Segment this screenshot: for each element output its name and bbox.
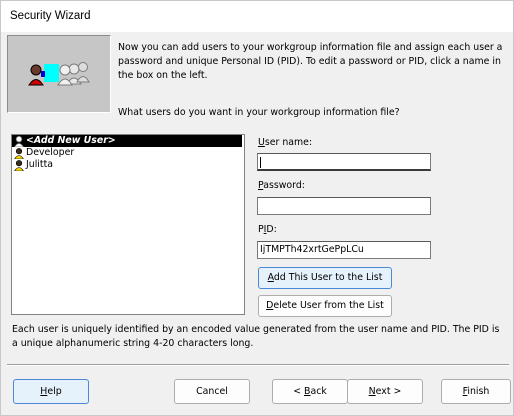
username-field[interactable] bbox=[257, 153, 431, 171]
finish-button[interactable]: Finish bbox=[441, 379, 511, 404]
username-label: User name: bbox=[258, 137, 313, 148]
pid-label: PID: bbox=[258, 224, 277, 235]
pid-field[interactable]: IjTMPTh42xrtGePpLCu bbox=[257, 241, 431, 259]
back-button[interactable]: < Back bbox=[272, 379, 348, 404]
user-icon bbox=[14, 148, 24, 159]
next-button[interactable]: Next > bbox=[347, 379, 423, 404]
users-listbox[interactable]: <Add New User> Developer Julitta bbox=[11, 134, 245, 315]
user-icon bbox=[14, 136, 24, 147]
window-title: Security Wizard bbox=[10, 10, 91, 22]
text-caret bbox=[260, 157, 261, 168]
password-label: Password: bbox=[258, 180, 305, 191]
list-item[interactable]: <Add New User> bbox=[12, 135, 242, 147]
users-group-icon bbox=[28, 62, 90, 86]
password-field[interactable] bbox=[257, 197, 431, 215]
add-user-button[interactable]: Add This User to the List bbox=[258, 267, 392, 289]
cancel-button[interactable]: Cancel bbox=[174, 379, 250, 404]
users-question: What users do you want in your workgroup… bbox=[118, 107, 400, 118]
wizard-header-graphic bbox=[7, 35, 111, 113]
intro-text: Now you can add users to your workgroup … bbox=[118, 42, 503, 81]
delete-user-button[interactable]: Delete User from the List bbox=[258, 295, 392, 317]
title-bar[interactable]: Security Wizard bbox=[1, 1, 513, 32]
security-wizard-window: Security Wizard Now you can add users to… bbox=[0, 0, 514, 416]
footer-divider bbox=[7, 364, 509, 366]
help-button[interactable]: Help bbox=[13, 379, 89, 404]
list-item[interactable]: Developer bbox=[12, 147, 244, 159]
list-item[interactable]: Julitta bbox=[12, 159, 244, 171]
user-icon bbox=[14, 160, 24, 171]
pid-info-text: Each user is uniquely identified by an e… bbox=[12, 324, 500, 349]
